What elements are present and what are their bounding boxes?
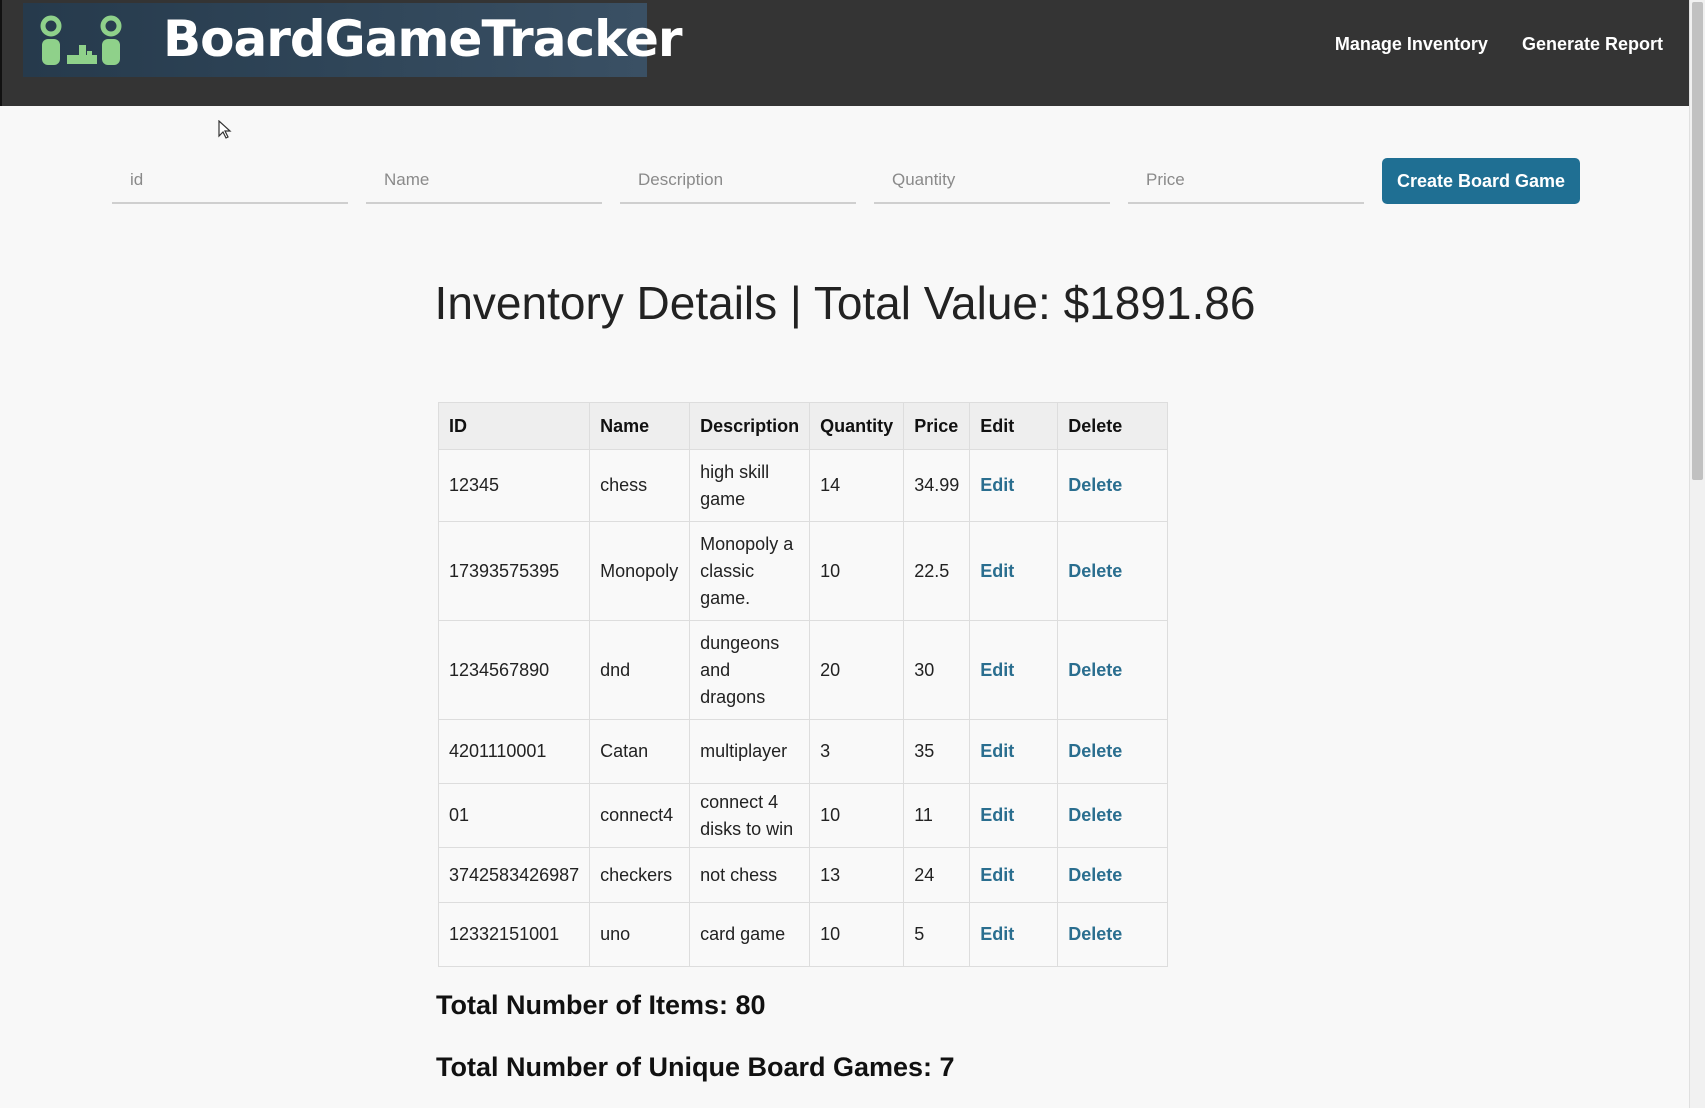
cell-price: 5 (903, 902, 971, 967)
table-row: 3742583426987 checkers not chess 13 24 E… (437, 847, 1169, 903)
cell-name: uno (589, 902, 691, 967)
table-row: 1234567890 dnd dungeons and dragons 20 3… (437, 620, 1169, 720)
cell-id: 12345 (437, 449, 591, 522)
nav-manage-inventory[interactable]: Manage Inventory (1335, 34, 1488, 55)
cell-id: 12332151001 (437, 902, 591, 967)
cell-id: 01 (437, 783, 591, 848)
cell-description: high skill game (689, 449, 811, 522)
cell-name: dnd (589, 620, 691, 720)
table-row: 4201110001 Catan multiplayer 3 35 Edit D… (437, 719, 1169, 784)
delete-button[interactable]: Delete (1057, 620, 1169, 720)
delete-button[interactable]: Delete (1057, 783, 1169, 848)
delete-button[interactable]: Delete (1057, 521, 1169, 621)
edit-button[interactable]: Edit (969, 783, 1059, 848)
cell-description: connect 4 disks to win (689, 783, 811, 848)
cell-price: 11 (903, 783, 971, 848)
cell-id: 4201110001 (437, 719, 591, 784)
cell-price: 22.5 (903, 521, 971, 621)
description-input[interactable] (620, 158, 856, 204)
edit-button[interactable]: Edit (969, 449, 1059, 522)
cell-price: 34.99 (903, 449, 971, 522)
delete-button[interactable]: Delete (1057, 902, 1169, 967)
header-edit: Edit (969, 402, 1059, 450)
cell-name: checkers (589, 847, 691, 903)
cursor-pointer-icon (218, 120, 232, 139)
cell-price: 30 (903, 620, 971, 720)
cell-quantity: 13 (809, 847, 905, 903)
header-description: Description (689, 402, 811, 450)
board-game-players-logo-icon (40, 15, 122, 65)
cell-id: 17393575395 (437, 521, 591, 621)
cell-quantity: 3 (809, 719, 905, 784)
cell-description: multiplayer (689, 719, 811, 784)
cell-description: Monopoly a classic game. (689, 521, 811, 621)
cell-name: chess (589, 449, 691, 522)
nav-generate-report[interactable]: Generate Report (1522, 34, 1663, 55)
cell-description: card game (689, 902, 811, 967)
page-scrollbar[interactable] (1689, 0, 1705, 1108)
cell-id: 1234567890 (437, 620, 591, 720)
price-input[interactable] (1128, 158, 1364, 204)
cell-name: Monopoly (589, 521, 691, 621)
cell-description: dungeons and dragons (689, 620, 811, 720)
cell-price: 35 (903, 719, 971, 784)
header-price: Price (903, 402, 971, 450)
navbar: BoardGameTracker Manage Inventory Genera… (0, 0, 1690, 106)
table-row: 01 connect4 connect 4 disks to win 10 11… (437, 783, 1169, 848)
header-delete: Delete (1057, 402, 1169, 450)
cell-id: 3742583426987 (437, 847, 591, 903)
edit-button[interactable]: Edit (969, 847, 1059, 903)
delete-button[interactable]: Delete (1057, 719, 1169, 784)
edit-button[interactable]: Edit (969, 719, 1059, 784)
header-name: Name (589, 402, 691, 450)
inventory-table: ID Name Description Quantity Price Edit … (437, 402, 1169, 967)
edit-button[interactable]: Edit (969, 521, 1059, 621)
table-row: 12332151001 uno card game 10 5 Edit Dele… (437, 902, 1169, 967)
page-title: Inventory Details | Total Value: $1891.8… (434, 277, 1256, 329)
header-id: ID (437, 402, 591, 450)
header-quantity: Quantity (809, 402, 905, 450)
id-input[interactable] (112, 158, 348, 204)
edit-button[interactable]: Edit (969, 902, 1059, 967)
cell-name: Catan (589, 719, 691, 784)
brand-name: BoardGameTracker (163, 10, 683, 68)
cell-quantity: 10 (809, 521, 905, 621)
cell-quantity: 14 (809, 449, 905, 522)
scrollbar-thumb[interactable] (1692, 2, 1703, 480)
brand-logo[interactable]: BoardGameTracker (23, 3, 683, 77)
quantity-input[interactable] (874, 158, 1110, 204)
cell-name: connect4 (589, 783, 691, 848)
table-header-row: ID Name Description Quantity Price Edit … (437, 402, 1169, 450)
unique-games-summary: Total Number of Unique Board Games: 7 (436, 1052, 955, 1082)
cell-price: 24 (903, 847, 971, 903)
create-board-game-button[interactable]: Create Board Game (1382, 158, 1580, 204)
table-row: 17393575395 Monopoly Monopoly a classic … (437, 521, 1169, 621)
cell-quantity: 20 (809, 620, 905, 720)
cell-description: not chess (689, 847, 811, 903)
delete-button[interactable]: Delete (1057, 449, 1169, 522)
cell-quantity: 10 (809, 783, 905, 848)
nav-links: Manage Inventory Generate Report (1335, 34, 1663, 55)
table-row: 12345 chess high skill game 14 34.99 Edi… (437, 449, 1169, 522)
total-items-summary: Total Number of Items: 80 (436, 990, 766, 1020)
delete-button[interactable]: Delete (1057, 847, 1169, 903)
edit-button[interactable]: Edit (969, 620, 1059, 720)
name-input[interactable] (366, 158, 602, 204)
cell-quantity: 10 (809, 902, 905, 967)
create-board-game-form (112, 158, 1382, 204)
